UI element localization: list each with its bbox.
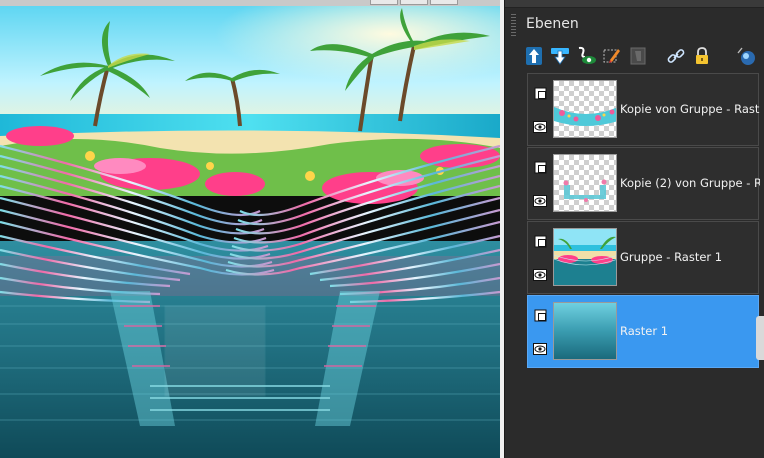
layer-thumbnail-image — [554, 229, 616, 285]
layer-thumbnail-image — [554, 107, 616, 126]
move-layer-down-button[interactable] — [549, 44, 571, 68]
blend-ranges-icon — [737, 47, 755, 65]
layers-toolbar — [523, 44, 763, 68]
link-icon — [667, 49, 685, 63]
canvas-area[interactable] — [0, 0, 504, 458]
move-layer-up-icon — [526, 47, 542, 65]
layer-visibility-toggle[interactable] — [533, 342, 547, 356]
layer-thumbnail — [553, 154, 617, 212]
move-layer-up-button[interactable] — [523, 44, 545, 68]
layer-group-toggle[interactable] — [533, 160, 547, 174]
layer-group-icon — [534, 87, 546, 99]
layer-thumbnail — [553, 302, 617, 360]
eye-icon — [533, 195, 547, 207]
panel-grip-handle[interactable] — [511, 14, 516, 36]
window-close-button[interactable] — [430, 0, 458, 5]
layer-group-icon — [534, 161, 546, 173]
layer-thumbnail — [553, 80, 617, 138]
lock-icon — [696, 47, 708, 64]
layers-panel: Ebenen Kopie von Gruppe - Rast Kopie (2)… — [504, 0, 764, 458]
layer-visibility-toggle[interactable] — [533, 120, 547, 134]
window-maximize-button[interactable] — [400, 0, 428, 5]
blend-ranges-button[interactable] — [735, 44, 757, 68]
layer-visibility-toggle[interactable] — [533, 268, 547, 282]
edit-selection-icon — [603, 49, 620, 63]
app-window: Ebenen Kopie von Gruppe - Rast Kopie (2)… — [0, 0, 764, 458]
window-restore-button[interactable] — [370, 0, 398, 5]
mask-icon — [630, 47, 646, 65]
layer-row[interactable]: Kopie von Gruppe - Raster 1 — [527, 73, 760, 146]
layer-name: Raster 1 — [620, 324, 669, 338]
layer-visibility-toggle-icon — [578, 46, 596, 64]
edit-selection-button[interactable] — [601, 44, 623, 68]
mask-button[interactable] — [627, 44, 649, 68]
lock-button[interactable] — [691, 44, 713, 68]
layer-group-toggle[interactable] — [533, 234, 547, 248]
layer-thumbnail-image — [563, 179, 607, 202]
layer-visibility-toggle-button[interactable] — [575, 44, 597, 68]
layer-group-toggle[interactable] — [533, 86, 547, 100]
layer-row[interactable]: Kopie (2) von Gruppe - Raster 1 — [527, 147, 760, 220]
eye-icon — [533, 269, 547, 281]
layer-group-icon — [534, 309, 546, 321]
layer-row-selected[interactable]: Raster 1 — [527, 295, 759, 368]
layer-group-icon — [534, 235, 546, 247]
eye-icon — [533, 121, 547, 133]
link-button[interactable] — [665, 44, 687, 68]
panel-title: Ebenen — [526, 16, 579, 32]
layer-group-toggle[interactable] — [533, 308, 547, 322]
eye-icon — [533, 343, 547, 355]
panel-top-bar — [505, 0, 764, 8]
layer-visibility-toggle[interactable] — [533, 194, 547, 208]
layer-row[interactable]: Gruppe - Raster 1 — [527, 221, 759, 294]
move-layer-down-icon — [551, 48, 569, 65]
image-canvas[interactable] — [0, 6, 500, 458]
layer-name: Gruppe - Raster 1 — [620, 250, 723, 264]
panel-scroll-tab[interactable] — [756, 316, 764, 360]
layer-name: Kopie von Gruppe - Raster 1 — [620, 102, 760, 116]
layer-name: Kopie (2) von Gruppe - Raster 1 — [620, 176, 760, 190]
layer-thumbnail — [553, 228, 617, 286]
